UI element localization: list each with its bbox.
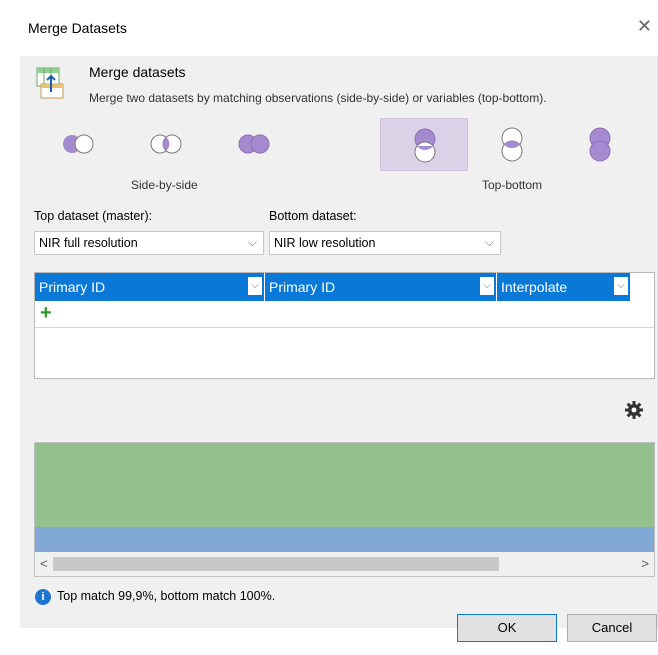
side-by-side-label: Side-by-side [131, 178, 198, 192]
top-id-column-select[interactable]: Primary ID ⌵ [35, 273, 265, 301]
side-by-side-inner-button[interactable] [122, 118, 210, 171]
side-by-side-left-outer-button[interactable] [34, 118, 122, 171]
ok-button[interactable]: OK [457, 614, 557, 642]
scroll-thumb[interactable] [53, 557, 499, 571]
info-icon: i [35, 589, 51, 605]
header-description: Merge two datasets by matching observati… [89, 91, 547, 105]
scroll-left-icon[interactable]: < [40, 556, 48, 571]
grid-header-row: Primary ID ⌵ Primary ID ⌵ Interpolate ⌵ [35, 273, 656, 301]
top-dataset-label: Top dataset (master): [34, 209, 153, 223]
merge-datasets-icon [36, 67, 64, 99]
chevron-down-icon[interactable]: ⌵ [480, 277, 494, 295]
match-status-text: Top match 99,9%, bottom match 100%. [57, 589, 276, 603]
preview-top-dataset-block [35, 443, 654, 527]
close-icon[interactable]: ✕ [637, 16, 652, 37]
side-by-side-inner-icon [150, 134, 182, 154]
side-by-side-left-outer-icon [63, 134, 94, 154]
window-title: Merge Datasets [28, 20, 127, 36]
top-bottom-left-outer-button[interactable] [380, 118, 468, 171]
top-bottom-left-outer-icon [414, 128, 436, 163]
side-by-side-full-outer-button[interactable] [210, 118, 298, 171]
chevron-down-icon: ⌵ [247, 235, 257, 249]
chevron-down-icon: ⌵ [484, 235, 494, 249]
horizontal-scrollbar[interactable]: < > [35, 552, 654, 576]
preview-bottom-dataset-block [35, 527, 654, 552]
top-bottom-inner-button[interactable] [468, 118, 556, 171]
bottom-dataset-label: Bottom dataset: [269, 209, 357, 223]
header-title: Merge datasets [89, 64, 186, 80]
top-dataset-select[interactable]: NIR full resolution ⌵ [34, 231, 264, 255]
plus-icon[interactable]: + [40, 302, 52, 325]
side-by-side-full-outer-icon [238, 134, 270, 154]
merge-datasets-dialog: Merge Datasets ✕ Merge datasets Merge tw… [20, 0, 658, 642]
bottom-id-column-select[interactable]: Primary ID ⌵ [265, 273, 497, 301]
scroll-right-icon[interactable]: > [641, 556, 649, 571]
merge-preview: < > [34, 442, 655, 577]
bottom-dataset-select[interactable]: NIR low resolution ⌵ [269, 231, 501, 255]
match-method-select[interactable]: Interpolate ⌵ [497, 273, 631, 301]
add-row: + [35, 302, 654, 328]
chevron-down-icon[interactable]: ⌵ [614, 277, 628, 295]
top-bottom-full-outer-button[interactable] [556, 118, 644, 171]
top-id-column-value: Primary ID [39, 279, 106, 295]
match-method-value: Interpolate [501, 279, 568, 295]
match-variables-grid: Primary ID ⌵ Primary ID ⌵ Interpolate ⌵ … [34, 272, 655, 379]
top-bottom-label: Top-bottom [482, 178, 543, 192]
cancel-button[interactable]: Cancel [567, 614, 657, 642]
bottom-id-column-value: Primary ID [269, 279, 336, 295]
chevron-down-icon[interactable]: ⌵ [248, 277, 262, 295]
top-bottom-inner-icon [501, 127, 523, 162]
gear-icon[interactable] [624, 400, 644, 420]
top-bottom-full-outer-icon [589, 127, 611, 162]
top-dataset-value: NIR full resolution [39, 236, 138, 250]
bottom-dataset-value: NIR low resolution [274, 236, 376, 250]
title-bar: Merge Datasets ✕ [20, 0, 658, 56]
